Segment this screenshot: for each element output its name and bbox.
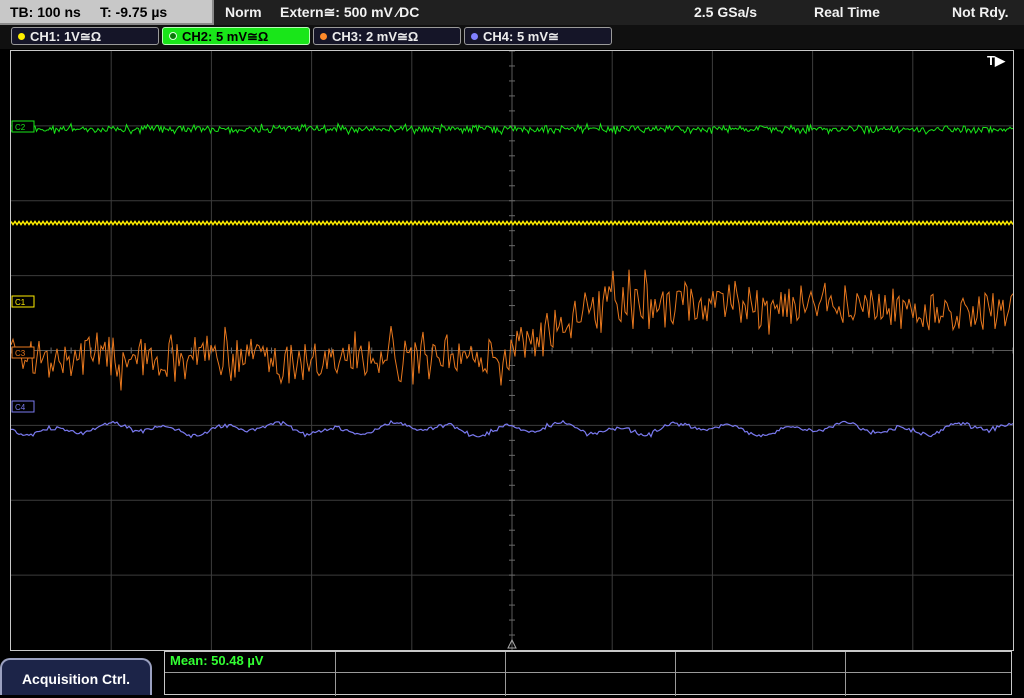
ch2-dot-icon (169, 32, 177, 40)
ch4-dot-icon (471, 33, 478, 40)
acquisition-mode[interactable]: Norm (225, 0, 262, 24)
measurement-table: Mean: 50.48 µV (164, 651, 1012, 696)
channel-bar: CH1: 1V≅Ω CH2: 5 mV≅Ω CH3: 2 mV≅Ω CH4: 5… (0, 25, 1024, 49)
ch2-label: CH2: 5 mV≅Ω (182, 29, 269, 44)
ch1-marker-label: C1 (15, 298, 26, 307)
ch2-marker-label: C2 (15, 123, 26, 132)
trigger-position-icon[interactable]: T▶ (987, 53, 1005, 69)
tab-ch3[interactable]: CH3: 2 mV≅Ω (313, 27, 461, 45)
ch4-marker-label: C4 (15, 403, 26, 412)
ch4-label: CH4: 5 mV≅ (483, 29, 559, 44)
ch1-dot-icon (18, 33, 25, 40)
status-bar: TB: 100 ns T: -9.75 µs Norm Extern≅: 500… (0, 0, 1024, 25)
realtime-mode[interactable]: Real Time (814, 0, 880, 24)
tab-ch2[interactable]: CH2: 5 mV≅Ω (162, 27, 310, 45)
trigger-time-value: T: -9.75 µs (100, 4, 168, 20)
ch3-label: CH3: 2 mV≅Ω (332, 29, 419, 44)
tab-ch4[interactable]: CH4: 5 mV≅ (464, 27, 612, 45)
tab-ch1[interactable]: CH1: 1V≅Ω (11, 27, 159, 45)
measurement-col-divider (675, 652, 676, 696)
waveform-canvas: C2 C1 C3 C4 (11, 51, 1013, 650)
sample-rate[interactable]: 2.5 GSa/s (694, 0, 757, 24)
timebase-value: TB: 100 ns (10, 4, 81, 20)
measurement-col-divider (335, 652, 336, 696)
measurement-col-divider (845, 652, 846, 696)
waveform-display[interactable]: C2 C1 C3 C4 T▶ (10, 50, 1014, 651)
measurement-col-divider (505, 652, 506, 696)
acquisition-control-button[interactable]: Acquisition Ctrl. (0, 658, 152, 695)
trigger-state: Not Rdy. (952, 4, 1009, 20)
timebase-panel[interactable]: TB: 100 ns T: -9.75 µs (0, 0, 214, 25)
trigger-source[interactable]: Extern≅: 500 mV ⁄DC (280, 0, 419, 24)
mean-measurement: Mean: 50.48 µV (170, 653, 264, 668)
ch1-trace (11, 220, 1013, 226)
measurement-row-divider (165, 672, 1011, 673)
ch1-label: CH1: 1V≅Ω (30, 29, 102, 44)
ch3-marker-label: C3 (15, 349, 26, 358)
ch3-dot-icon (320, 33, 327, 40)
